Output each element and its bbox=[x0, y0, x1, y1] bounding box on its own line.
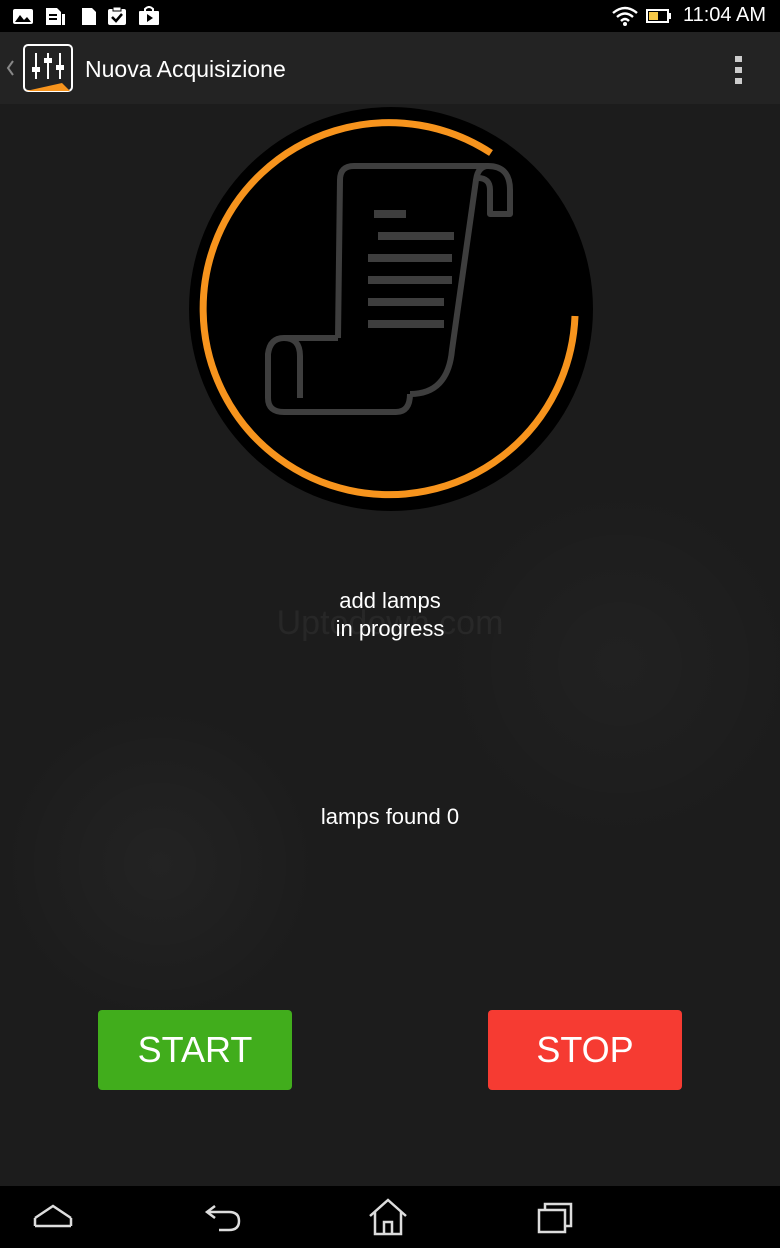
home-icon[interactable] bbox=[366, 1196, 410, 1238]
recents-icon[interactable] bbox=[533, 1196, 577, 1238]
clock: 11:04 AM bbox=[682, 4, 766, 26]
image-icon bbox=[13, 9, 33, 24]
battery-icon bbox=[646, 9, 671, 23]
wifi-icon bbox=[612, 6, 638, 26]
collapse-icon[interactable] bbox=[31, 1196, 75, 1238]
stop-button[interactable]: STOP bbox=[488, 1010, 682, 1090]
status-text-line1: add lamps bbox=[339, 588, 441, 613]
action-bar: Nuova Acquisizione bbox=[0, 32, 780, 104]
lamps-found-label: lamps found 0 bbox=[320, 804, 460, 829]
sim-card-icon bbox=[46, 8, 65, 25]
status-text-line2: in progress bbox=[335, 616, 445, 641]
progress-indicator bbox=[189, 107, 593, 511]
sliders-icon[interactable] bbox=[22, 43, 74, 95]
play-store-icon bbox=[139, 6, 159, 25]
page-title: Nuova Acquisizione bbox=[85, 56, 286, 82]
overflow-menu-icon[interactable] bbox=[726, 52, 752, 88]
status-bar: 11:04 AM bbox=[0, 0, 780, 32]
main-content: Uptodown.com add lamps in progress lamps… bbox=[0, 104, 780, 1186]
back-icon[interactable] bbox=[201, 1196, 245, 1238]
navigation-bar bbox=[0, 1186, 780, 1248]
clipboard-check-icon bbox=[108, 6, 126, 25]
up-chevron-icon[interactable] bbox=[4, 54, 16, 82]
start-button[interactable]: START bbox=[98, 1010, 292, 1090]
sd-card-icon bbox=[82, 8, 96, 25]
